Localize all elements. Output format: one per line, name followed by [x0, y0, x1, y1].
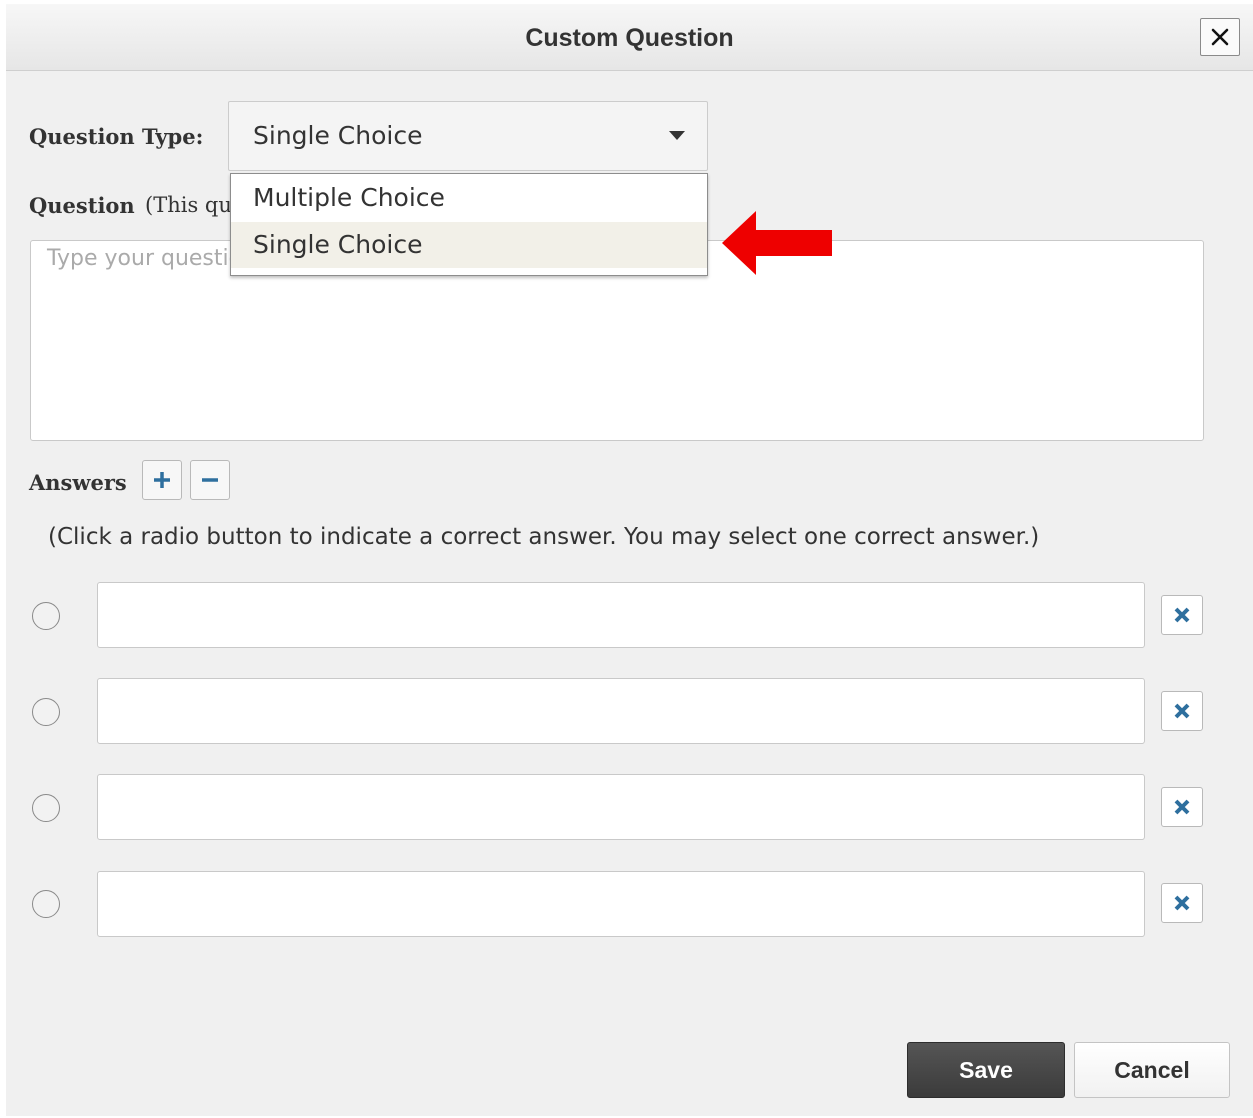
x-icon — [1174, 799, 1190, 815]
save-button[interactable]: Save — [907, 1042, 1065, 1098]
dropdown-option-single-choice[interactable]: Single Choice — [231, 222, 707, 268]
answer-input[interactable] — [97, 871, 1145, 937]
question-type-selected-value: Single Choice — [253, 121, 423, 150]
answer-input[interactable] — [97, 582, 1145, 648]
answers-label: Answers — [29, 470, 127, 495]
question-type-dropdown-menu: Multiple Choice Single Choice — [230, 173, 708, 276]
x-icon — [1174, 607, 1190, 623]
dropdown-option-multiple-choice[interactable]: Multiple Choice — [231, 175, 707, 221]
x-icon — [1174, 703, 1190, 719]
minus-icon — [202, 478, 218, 482]
close-button[interactable] — [1200, 18, 1240, 56]
question-label: Question — [29, 193, 135, 218]
dialog-titlebar: Custom Question — [6, 4, 1253, 71]
chevron-down-icon — [669, 131, 685, 140]
delete-answer-button[interactable] — [1161, 691, 1203, 731]
left-arrow-icon — [722, 211, 832, 275]
delete-answer-button[interactable] — [1161, 883, 1203, 923]
option-label: Single Choice — [253, 230, 423, 259]
plus-icon — [154, 472, 170, 488]
answer-input[interactable] — [97, 774, 1145, 840]
question-type-select[interactable]: Single Choice — [228, 101, 708, 171]
option-label: Multiple Choice — [253, 183, 445, 212]
remove-answer-button[interactable] — [190, 460, 230, 500]
answer-input[interactable] — [97, 678, 1145, 744]
delete-answer-button[interactable] — [1161, 787, 1203, 827]
answer-radio[interactable] — [32, 602, 60, 630]
answer-radio[interactable] — [32, 794, 60, 822]
question-type-label: Question Type: — [29, 124, 204, 149]
answer-radio[interactable] — [32, 890, 60, 918]
answer-radio[interactable] — [32, 698, 60, 726]
close-icon — [1211, 28, 1229, 46]
cancel-button[interactable]: Cancel — [1074, 1042, 1230, 1098]
dialog-title: Custom Question — [525, 24, 734, 52]
delete-answer-button[interactable] — [1161, 595, 1203, 635]
custom-question-dialog: Custom Question Question Type: Single Ch… — [6, 4, 1253, 1116]
answers-hint: (Click a radio button to indicate a corr… — [48, 524, 1040, 550]
question-note: (This qu — [145, 193, 232, 217]
add-answer-button[interactable] — [142, 460, 182, 500]
x-icon — [1174, 895, 1190, 911]
